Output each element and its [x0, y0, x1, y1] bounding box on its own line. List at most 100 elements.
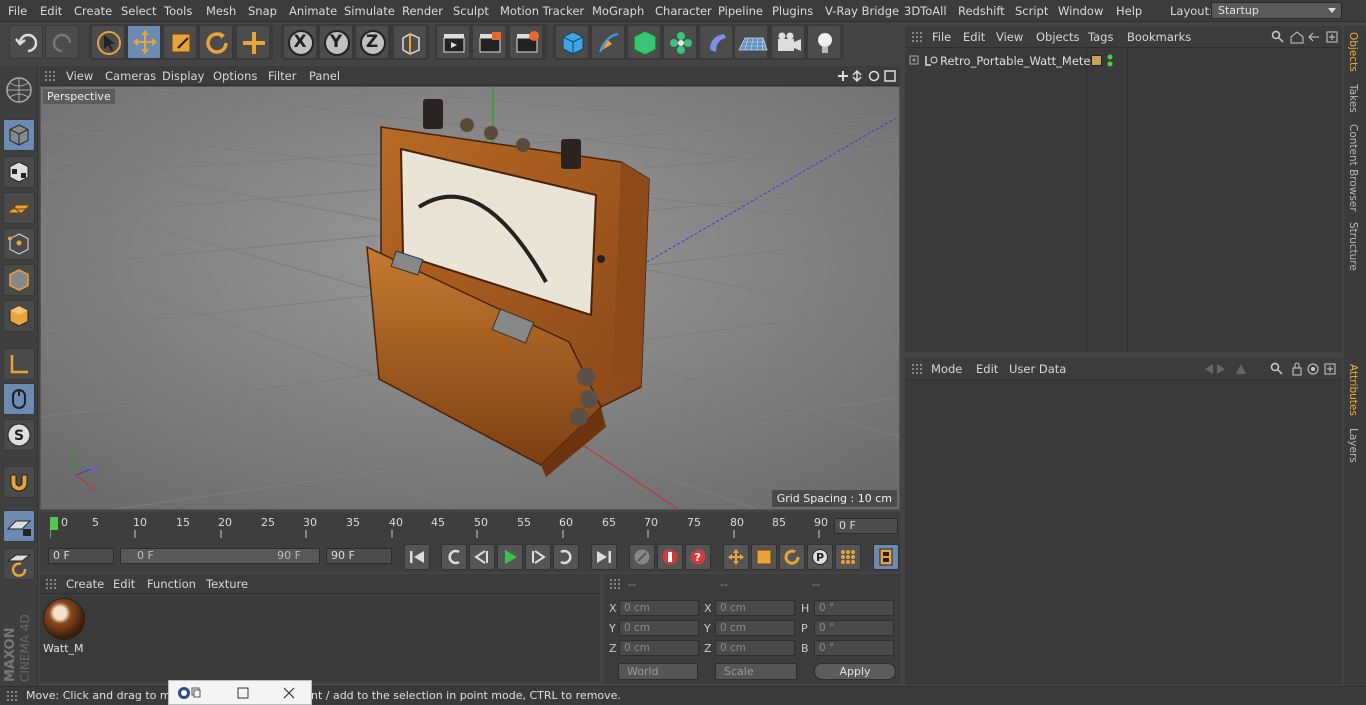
menu-vray-bridge[interactable]: V-Ray Bridge	[825, 4, 899, 18]
prev-key-button[interactable]	[441, 544, 467, 570]
play-button[interactable]	[497, 544, 523, 570]
material-menu-texture[interactable]: Texture	[206, 577, 248, 591]
light-button[interactable]	[807, 25, 841, 59]
maximize-icon[interactable]	[237, 687, 249, 699]
make-editable-button[interactable]	[3, 74, 35, 106]
render-settings-button[interactable]	[509, 25, 543, 59]
viewport-menu-display[interactable]: Display	[162, 69, 204, 83]
menu-help[interactable]: Help	[1116, 4, 1142, 18]
scale-tool-button[interactable]	[163, 25, 197, 59]
workplane-mode-button[interactable]	[3, 192, 35, 224]
next-key-button[interactable]	[553, 544, 579, 570]
viewport-menu-filter[interactable]: Filter	[268, 69, 296, 83]
pos-y-field[interactable]: 0 cm	[619, 620, 699, 636]
expand-null-icon[interactable]	[909, 55, 939, 67]
viewport-menu-options[interactable]: Options	[213, 69, 257, 83]
pos-z-field[interactable]: 0 cm	[619, 640, 699, 656]
apply-button[interactable]: Apply	[814, 663, 896, 680]
attributes-menu-user-data[interactable]: User Data	[1009, 362, 1066, 376]
pen-spline-button[interactable]	[591, 25, 625, 59]
menu-sculpt[interactable]: Sculpt	[453, 4, 489, 18]
autokeying-button[interactable]	[657, 544, 683, 570]
visibility-dots-icon[interactable]	[1106, 53, 1114, 69]
key-point-level-button[interactable]	[835, 544, 861, 570]
world-dropdown[interactable]: World	[618, 663, 698, 680]
texture-mode-button[interactable]	[3, 156, 35, 188]
go-to-end-button[interactable]	[591, 544, 617, 570]
render-view-button[interactable]	[436, 25, 470, 59]
tweak-mode-button[interactable]	[3, 383, 35, 415]
end-frame-field[interactable]: 90 F	[326, 548, 392, 564]
frame-range-slider[interactable]: 0 F 90 F	[120, 548, 320, 564]
tab-structure[interactable]: Structure	[1347, 222, 1359, 271]
menu-edit[interactable]: Edit	[40, 4, 62, 18]
close-icon[interactable]	[283, 687, 295, 699]
size-z-field[interactable]: 0 cm	[715, 640, 795, 656]
solo-mode-button[interactable]: S	[3, 419, 35, 451]
attributes-menu-edit[interactable]: Edit	[976, 362, 998, 376]
minimized-window-bar[interactable]	[168, 680, 312, 705]
viewport-menu-panel[interactable]: Panel	[309, 69, 340, 83]
playhead-marker[interactable]	[50, 517, 58, 530]
locked-workplane-button[interactable]	[3, 548, 35, 580]
objects-menu-bookmarks[interactable]: Bookmarks	[1127, 30, 1191, 44]
subdivision-surface-button[interactable]	[627, 25, 661, 59]
viewport-menu-view[interactable]: View	[66, 69, 93, 83]
scale-dropdown[interactable]: Scale	[715, 663, 797, 680]
workplane-lock-button[interactable]	[3, 510, 35, 542]
material-name[interactable]: Watt_M	[43, 642, 84, 655]
current-frame-field[interactable]: 0 F	[834, 518, 898, 534]
timeline-window-button[interactable]	[873, 544, 899, 570]
render-picture-viewer-button[interactable]	[472, 25, 506, 59]
edges-mode-button[interactable]	[3, 264, 35, 296]
menu-create[interactable]: Create	[74, 4, 112, 18]
y-axis-button[interactable]: Y	[319, 25, 353, 59]
rot-p-field[interactable]: 0 °	[814, 620, 894, 636]
material-menu-edit[interactable]: Edit	[113, 577, 135, 591]
material-menu-create[interactable]: Create	[66, 577, 104, 591]
objects-menu-tags[interactable]: Tags	[1088, 30, 1113, 44]
perspective-viewport[interactable]: Y Z X Perspective Grid Spacing : 10 cm	[40, 86, 900, 510]
menu-mograph[interactable]: MoGraph	[592, 4, 644, 18]
menu-snap[interactable]: Snap	[248, 4, 277, 18]
menu-select[interactable]: Select	[121, 4, 156, 18]
key-parameter-button[interactable]: P	[807, 544, 833, 570]
tab-objects[interactable]: Objects	[1347, 32, 1359, 72]
viewport-menu-cameras[interactable]: Cameras	[105, 69, 156, 83]
z-axis-button[interactable]: Z	[355, 25, 389, 59]
axis-mode-button[interactable]	[3, 348, 35, 380]
key-position-button[interactable]	[723, 544, 749, 570]
start-frame-field[interactable]: 0 F	[48, 548, 114, 564]
keyframe-selection-button[interactable]: ?	[685, 544, 711, 570]
camera-button[interactable]	[771, 25, 805, 59]
material-thumbnail[interactable]	[43, 598, 85, 640]
material-menu-function[interactable]: Function	[147, 577, 196, 591]
menu-redshift[interactable]: Redshift	[958, 4, 1005, 18]
model-mode-button[interactable]	[3, 119, 35, 151]
attributes-header-icons[interactable]	[1201, 362, 1341, 376]
menu-mesh[interactable]: Mesh	[206, 4, 236, 18]
prev-frame-button[interactable]	[469, 544, 495, 570]
tab-attributes[interactable]: Attributes	[1347, 364, 1359, 416]
tab-content-browser[interactable]: Content Browser	[1347, 124, 1359, 212]
rot-b-field[interactable]: 0 °	[814, 640, 894, 656]
menu-tools[interactable]: Tools	[164, 4, 192, 18]
record-active-objects-button[interactable]	[629, 544, 655, 570]
polygons-mode-button[interactable]	[3, 300, 35, 332]
key-scale-button[interactable]	[751, 544, 777, 570]
viewport-nav-icons[interactable]	[836, 69, 898, 83]
object-item-name[interactable]: Retro_Portable_Watt_Meter	[940, 54, 1095, 68]
timeline-ruler[interactable]: 0 5 10 15 20 25 30 35 40 45 50 55 60 65 …	[40, 512, 900, 540]
move-tool-button[interactable]	[127, 25, 161, 59]
size-x-field[interactable]: 0 cm	[715, 600, 795, 616]
undo-button[interactable]	[9, 25, 43, 59]
recent-tool-button[interactable]	[236, 25, 270, 59]
pos-x-field[interactable]: 0 cm	[619, 600, 699, 616]
layout-select[interactable]: Startup	[1211, 2, 1342, 19]
snapping-button[interactable]	[3, 466, 35, 498]
floor-button[interactable]	[734, 25, 768, 59]
go-to-start-button[interactable]	[404, 544, 430, 570]
menu-window[interactable]: Window	[1058, 4, 1103, 18]
attributes-menu-mode[interactable]: Mode	[931, 362, 962, 376]
points-mode-button[interactable]	[3, 228, 35, 260]
